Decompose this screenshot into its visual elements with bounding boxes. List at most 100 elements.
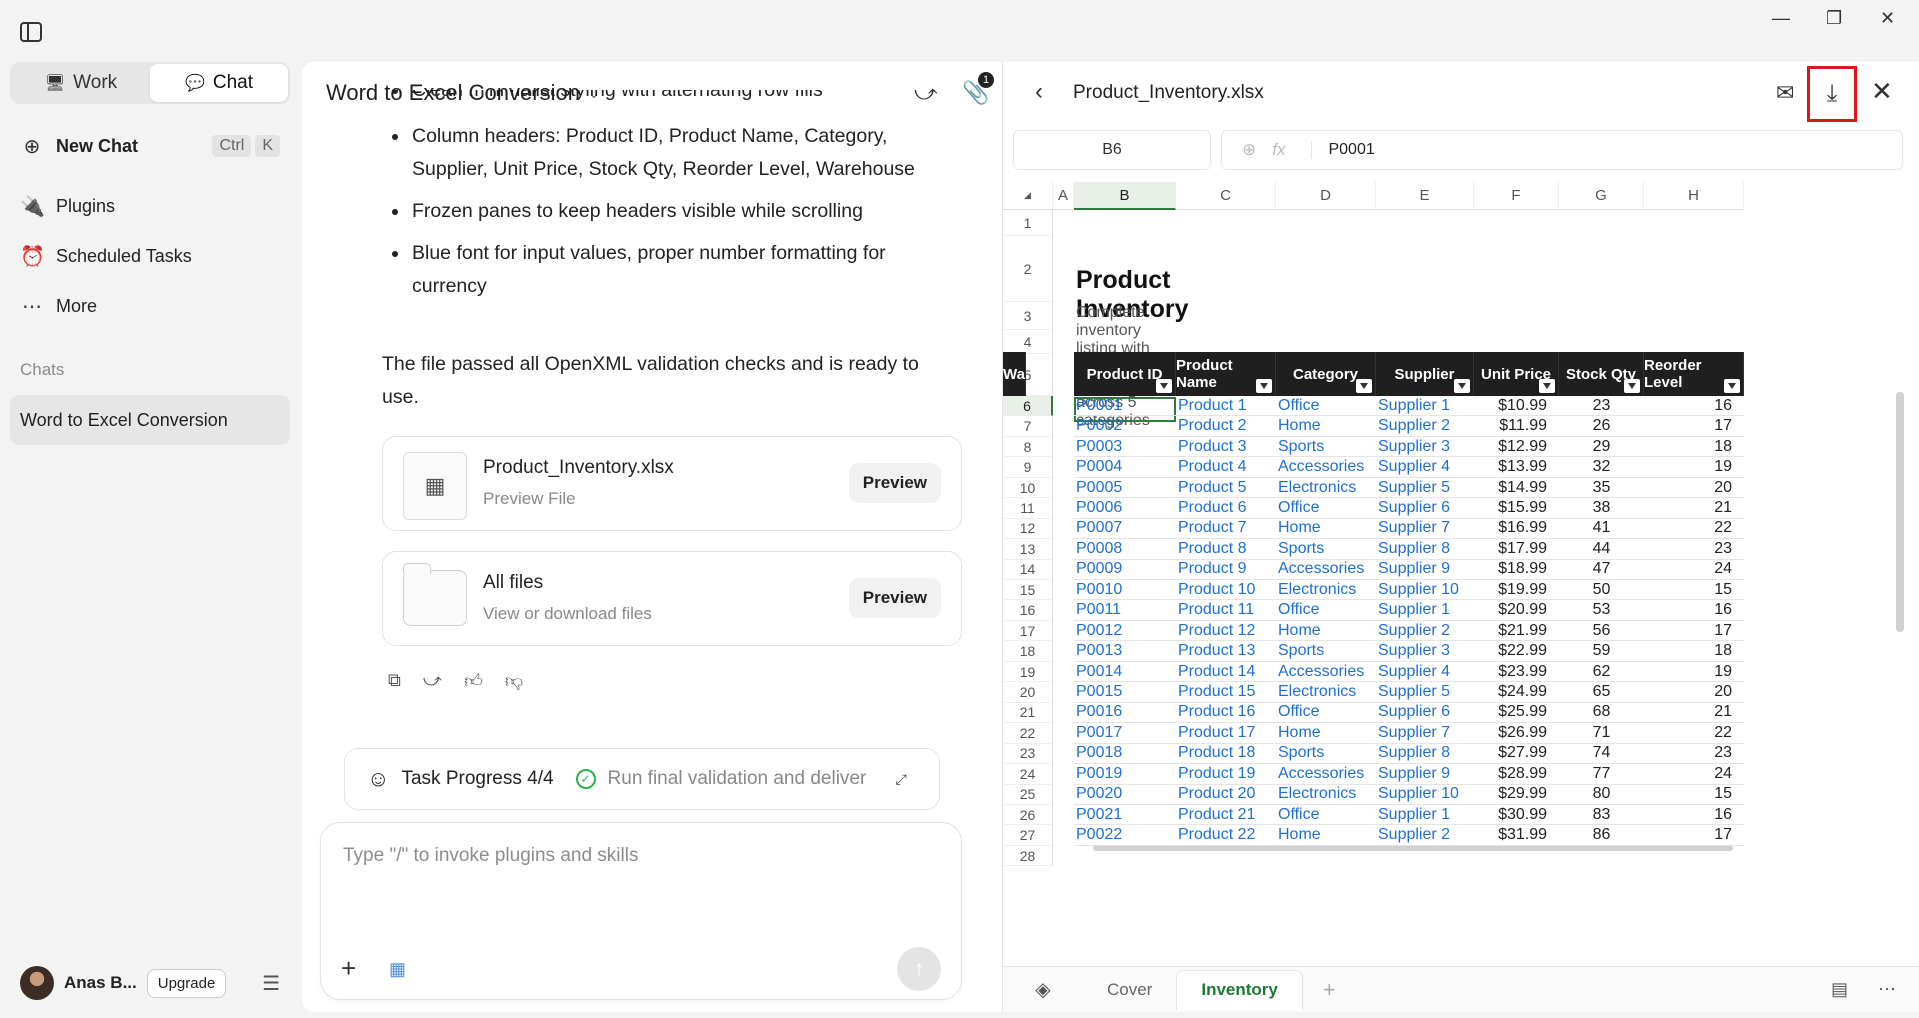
table-header-cell[interactable]: Product Name bbox=[1176, 352, 1276, 396]
cell-supplier[interactable]: Supplier 7 bbox=[1376, 723, 1474, 744]
horizontal-scrollbar[interactable] bbox=[1093, 845, 1733, 851]
cell-stock-qty[interactable]: 47 bbox=[1559, 560, 1644, 581]
filter-dropdown-icon[interactable] bbox=[1256, 379, 1272, 393]
cell-product-id[interactable]: P0003 bbox=[1074, 437, 1176, 458]
cell-product-name[interactable]: Product 9 bbox=[1176, 560, 1276, 581]
cell-product-id[interactable]: P0012 bbox=[1074, 621, 1176, 642]
row-header[interactable]: 24 bbox=[1003, 764, 1053, 785]
expand-icon[interactable]: ⤢ bbox=[896, 771, 907, 788]
cell-stock-qty[interactable]: 74 bbox=[1559, 744, 1644, 765]
vertical-scrollbar[interactable] bbox=[1896, 392, 1904, 632]
cell-product-id[interactable]: P0021 bbox=[1074, 805, 1176, 826]
cell-product-name[interactable]: Product 7 bbox=[1176, 519, 1276, 540]
row-header[interactable]: 27 bbox=[1003, 825, 1053, 846]
cell-category[interactable]: Home bbox=[1276, 723, 1376, 744]
copy-icon[interactable]: ⧉ bbox=[388, 670, 401, 692]
back-arrow-icon[interactable]: ‹ bbox=[1035, 78, 1043, 106]
row-header[interactable]: 8 bbox=[1003, 436, 1053, 458]
mail-icon[interactable]: ✉ bbox=[1776, 80, 1794, 106]
row-header[interactable]: 18 bbox=[1003, 641, 1053, 662]
row-header[interactable]: 9 bbox=[1003, 457, 1053, 478]
table-header-cell[interactable]: Unit Price bbox=[1474, 352, 1559, 396]
cell-product-name[interactable]: Product 19 bbox=[1176, 764, 1276, 785]
column-header-h[interactable]: H bbox=[1644, 182, 1744, 210]
file-card-xlsx[interactable]: ▦ Product_Inventory.xlsx Preview File Pr… bbox=[382, 436, 962, 531]
share-icon[interactable]: ⤻ bbox=[423, 670, 442, 692]
table-header-cell[interactable]: Category bbox=[1276, 352, 1376, 396]
cell-product-id[interactable]: P0011 bbox=[1074, 601, 1176, 621]
cell-category[interactable]: Home bbox=[1276, 416, 1376, 437]
cell-supplier[interactable]: Supplier 9 bbox=[1376, 560, 1474, 581]
row-header[interactable]: 4 bbox=[1003, 330, 1053, 354]
cell-reorder-level[interactable]: 15 bbox=[1644, 580, 1744, 601]
close-window-button[interactable]: ✕ bbox=[1880, 8, 1895, 29]
cell-product-name[interactable]: Product 12 bbox=[1176, 621, 1276, 642]
row-header[interactable]: 17 bbox=[1003, 620, 1053, 642]
cell-category[interactable]: Sports bbox=[1276, 641, 1376, 662]
cell-stock-qty[interactable]: 71 bbox=[1559, 723, 1644, 744]
file-card-all-files[interactable]: All files View or download files Preview bbox=[382, 551, 962, 646]
cell-unit-price[interactable]: $14.99 bbox=[1474, 478, 1559, 499]
cell-unit-price[interactable]: $22.99 bbox=[1474, 641, 1559, 662]
avatar[interactable] bbox=[20, 966, 54, 1000]
row-header[interactable]: 11 bbox=[1003, 498, 1053, 519]
cell-supplier[interactable]: Supplier 1 bbox=[1376, 601, 1474, 621]
cell-category[interactable]: Home bbox=[1276, 621, 1376, 642]
send-button[interactable]: ↑ bbox=[897, 947, 941, 991]
row-header[interactable]: 13 bbox=[1003, 539, 1053, 560]
cell-category[interactable]: Accessories bbox=[1276, 764, 1376, 785]
cell-product-id[interactable]: P0020 bbox=[1074, 785, 1176, 805]
mode-work[interactable]: 🖥 Work bbox=[12, 64, 150, 102]
cell-supplier[interactable]: Supplier 3 bbox=[1376, 641, 1474, 662]
cell-reorder-level[interactable]: 21 bbox=[1644, 703, 1744, 724]
cell-stock-qty[interactable]: 23 bbox=[1559, 396, 1644, 417]
cell-product-name[interactable]: Product 4 bbox=[1176, 457, 1276, 478]
row-header[interactable]: 7 bbox=[1003, 416, 1053, 437]
cell-unit-price[interactable]: $19.99 bbox=[1474, 580, 1559, 601]
cell-product-id[interactable]: P0004 bbox=[1074, 457, 1176, 478]
cell-unit-price[interactable]: $27.99 bbox=[1474, 744, 1559, 765]
cell-unit-price[interactable]: $18.99 bbox=[1474, 560, 1559, 581]
cell-stock-qty[interactable]: 32 bbox=[1559, 457, 1644, 478]
cell-reorder-level[interactable]: 17 bbox=[1644, 825, 1744, 846]
cell-unit-price[interactable]: $10.99 bbox=[1474, 396, 1559, 417]
cell-reorder-level[interactable]: 15 bbox=[1644, 785, 1744, 805]
cell-supplier[interactable]: Supplier 5 bbox=[1376, 478, 1474, 499]
cell-product-name[interactable]: Product 1 bbox=[1176, 396, 1276, 417]
filter-dropdown-icon[interactable] bbox=[1624, 379, 1640, 393]
column-header-c[interactable]: C bbox=[1176, 182, 1276, 210]
cell-reorder-level[interactable]: 17 bbox=[1644, 621, 1744, 642]
cell-stock-qty[interactable]: 56 bbox=[1559, 621, 1644, 642]
thumbs-down-icon[interactable]: 👎︎ bbox=[505, 670, 523, 692]
row-header[interactable]: 21 bbox=[1003, 702, 1053, 724]
cell-unit-price[interactable]: $25.99 bbox=[1474, 703, 1559, 724]
cell-reorder-level[interactable]: 23 bbox=[1644, 744, 1744, 765]
cell-stock-qty[interactable]: 77 bbox=[1559, 764, 1644, 785]
cell-stock-qty[interactable]: 80 bbox=[1559, 785, 1644, 805]
cell-stock-qty[interactable]: 65 bbox=[1559, 682, 1644, 703]
cell-product-id[interactable]: P0017 bbox=[1074, 723, 1176, 744]
preview-button[interactable]: Preview bbox=[848, 463, 941, 503]
cell-category[interactable]: Office bbox=[1276, 703, 1376, 724]
cell-stock-qty[interactable]: 53 bbox=[1559, 601, 1644, 621]
cell-product-id[interactable]: P0002 bbox=[1074, 416, 1176, 437]
cell-category[interactable]: Office bbox=[1276, 396, 1376, 417]
cell-category[interactable]: Home bbox=[1276, 825, 1376, 846]
upgrade-button[interactable]: Upgrade bbox=[146, 968, 227, 998]
cell-product-name[interactable]: Product 3 bbox=[1176, 437, 1276, 458]
row-header[interactable]: 26 bbox=[1003, 805, 1053, 826]
cell-product-name[interactable]: Product 22 bbox=[1176, 825, 1276, 846]
cell-product-name[interactable]: Product 21 bbox=[1176, 805, 1276, 826]
cell-product-id[interactable]: P0008 bbox=[1074, 539, 1176, 560]
sidebar-item-more[interactable]: ⋯ More bbox=[10, 284, 290, 328]
filter-dropdown-icon[interactable] bbox=[1724, 379, 1740, 393]
layers-icon[interactable]: ◈ bbox=[1003, 977, 1083, 1002]
cell-supplier[interactable]: Supplier 1 bbox=[1376, 396, 1474, 417]
ellipsis-icon[interactable]: ⋯ bbox=[1878, 979, 1896, 1000]
column-header-d[interactable]: D bbox=[1276, 182, 1376, 210]
row-header[interactable]: 16 bbox=[1003, 600, 1053, 621]
restore-button[interactable]: ❐ bbox=[1826, 8, 1842, 29]
cell-product-id[interactable]: P0006 bbox=[1074, 498, 1176, 519]
cell-product-id[interactable]: P0015 bbox=[1074, 682, 1176, 703]
cell-product-name[interactable]: Product 2 bbox=[1176, 416, 1276, 437]
